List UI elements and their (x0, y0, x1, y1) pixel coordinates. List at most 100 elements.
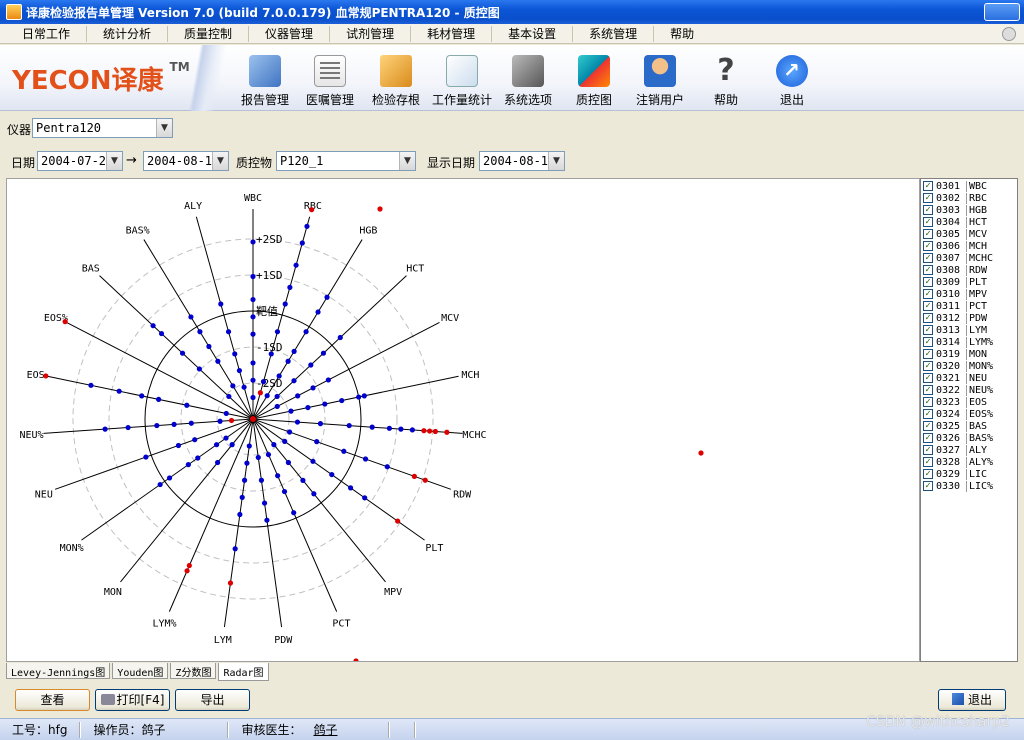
status-extra-pane (387, 721, 416, 738)
data-point (260, 379, 267, 385)
toolbar-stub-button[interactable]: 检验存根 (363, 49, 429, 108)
radar-axis-eos (47, 375, 254, 420)
checkbox[interactable]: ✓ (923, 277, 933, 287)
chevron-down-icon[interactable]: ▼ (156, 119, 172, 137)
menu-instrument[interactable]: 仪器管理 (249, 25, 331, 42)
menu-daily-work[interactable]: 日常工作 (0, 25, 88, 42)
checkbox[interactable]: ✓ (923, 241, 933, 251)
radar-axis-label: MCHC (462, 430, 486, 441)
checkbox[interactable]: ✓ (923, 205, 933, 215)
data-point (320, 350, 327, 356)
checkbox[interactable]: ✓ (923, 325, 933, 335)
menu-consumables[interactable]: 耗材管理 (411, 25, 493, 42)
qc-item-0321[interactable]: ✓ 0321 NEU (923, 372, 987, 384)
instrument-select[interactable]: Pentra120 ▼ (32, 118, 173, 138)
qc-item-0319[interactable]: ✓ 0319 MON (923, 348, 987, 360)
qc-item-0306[interactable]: ✓ 0306 MCH (923, 240, 987, 252)
qc-material-select[interactable]: P120_1 ▼ (276, 151, 416, 171)
checkbox[interactable]: ✓ (923, 301, 933, 311)
qc-item-0329[interactable]: ✓ 0329 LIC (923, 468, 987, 480)
qc-item-0311[interactable]: ✓ 0311 PCT (923, 300, 987, 312)
qc-item-0322[interactable]: ✓ 0322 NEU% (923, 384, 993, 396)
show-date-picker[interactable]: 2004-08-13 ▼ (479, 151, 565, 171)
checkbox[interactable]: ✓ (923, 421, 933, 431)
toolbar-qc-chart-button[interactable]: 质控图 (561, 49, 627, 108)
checkbox[interactable]: ✓ (923, 313, 933, 323)
qc-item-0312[interactable]: ✓ 0312 PDW (923, 312, 987, 324)
qc-item-0313[interactable]: ✓ 0313 LYM (923, 324, 987, 336)
date-to-picker[interactable]: 2004-08-13 ▼ (143, 151, 229, 171)
menu-system[interactable]: 系统管理 (573, 25, 655, 42)
qc-item-0326[interactable]: ✓ 0326 BAS% (923, 432, 993, 444)
qc-item-list[interactable]: ✓ 0301 WBC ✓ 0302 RBC ✓ 0303 HGB ✓ 0304 HCT ✓ 0305 MCV… (920, 178, 1018, 662)
menu-quality-control[interactable]: 质量控制 (168, 25, 250, 42)
toolbar-options-button[interactable]: 系统选项 (495, 49, 561, 108)
checkbox[interactable]: ✓ (923, 469, 933, 479)
tab-z-score[interactable]: Z分数图 (170, 663, 217, 679)
chevron-down-icon[interactable]: ▼ (212, 152, 228, 170)
menu-help[interactable]: 帮助 (654, 26, 710, 42)
chevron-down-icon[interactable]: ▼ (399, 152, 415, 170)
checkbox[interactable]: ✓ (923, 445, 933, 455)
qc-item-0324[interactable]: ✓ 0324 EOS% (923, 408, 993, 420)
qc-item-0320[interactable]: ✓ 0320 MON% (923, 360, 993, 372)
checkbox[interactable]: ✓ (923, 457, 933, 467)
qc-item-0310[interactable]: ✓ 0310 MPV (923, 288, 987, 300)
menu-basic-settings[interactable]: 基本设置 (492, 25, 574, 42)
date-from-picker[interactable]: 2004-07-22 ▼ (37, 151, 123, 171)
checkbox[interactable]: ✓ (923, 409, 933, 419)
checkbox[interactable]: ✓ (923, 217, 933, 227)
qc-item-0303[interactable]: ✓ 0303 HGB (923, 204, 987, 216)
checkbox[interactable]: ✓ (923, 289, 933, 299)
checkbox[interactable]: ✓ (923, 373, 933, 383)
window-control-button[interactable] (984, 3, 1020, 21)
checkbox[interactable]: ✓ (923, 397, 933, 407)
checkbox[interactable]: ✓ (923, 349, 933, 359)
radar-axis-label: EOS (27, 370, 45, 381)
exit-button[interactable]: 退出 (938, 689, 1006, 711)
qc-item-code: 0328 (936, 456, 961, 468)
qc-item-0304[interactable]: ✓ 0304 HCT (923, 216, 987, 228)
qc-item-0308[interactable]: ✓ 0308 RDW (923, 264, 987, 276)
checkbox[interactable]: ✓ (923, 385, 933, 395)
qc-item-0327[interactable]: ✓ 0327 ALY (923, 444, 987, 456)
tab-youden[interactable]: Youden图 (112, 663, 169, 679)
qc-item-0314[interactable]: ✓ 0314 LYM% (923, 336, 993, 348)
view-button[interactable]: 查看 (15, 689, 90, 711)
toolbar-help-button[interactable]: ? 帮助 (693, 49, 759, 108)
toolbar-logout-button[interactable]: 注销用户 (627, 49, 693, 108)
qc-item-0325[interactable]: ✓ 0325 BAS (923, 420, 987, 432)
checkbox[interactable]: ✓ (923, 481, 933, 491)
chevron-down-icon[interactable]: ▼ (106, 152, 122, 170)
print-button[interactable]: 打印[F4] (95, 689, 170, 711)
checkbox[interactable]: ✓ (923, 229, 933, 239)
qc-item-0302[interactable]: ✓ 0302 RBC (923, 192, 987, 204)
tab-levey-jennings[interactable]: Levey-Jennings图 (6, 663, 111, 679)
qc-item-0328[interactable]: ✓ 0328 ALY% (923, 456, 993, 468)
checkbox[interactable]: ✓ (923, 337, 933, 347)
checkbox[interactable]: ✓ (923, 253, 933, 263)
checkbox[interactable]: ✓ (923, 181, 933, 191)
qc-item-0309[interactable]: ✓ 0309 PLT (923, 276, 987, 288)
export-button[interactable]: 导出 (175, 689, 250, 711)
qc-item-0301[interactable]: ✓ 0301 WBC (923, 180, 987, 192)
chevron-down-icon[interactable]: ▼ (548, 152, 564, 170)
qc-item-0307[interactable]: ✓ 0307 MCHC (923, 252, 993, 264)
checkbox[interactable]: ✓ (923, 433, 933, 443)
toolbar-exit-button[interactable]: 退出 (759, 49, 825, 108)
qc-item-0330[interactable]: ✓ 0330 LIC% (923, 480, 993, 492)
menu-reagent[interactable]: 试剂管理 (330, 25, 412, 42)
menu-statistics[interactable]: 统计分析 (87, 25, 169, 42)
qc-item-0323[interactable]: ✓ 0323 EOS (923, 396, 987, 408)
checkbox[interactable]: ✓ (923, 265, 933, 275)
tab-radar[interactable]: Radar图 (218, 663, 269, 681)
checkbox[interactable]: ✓ (923, 361, 933, 371)
radar-chart-panel[interactable]: -2SD -1SD 靶值 +1SD +2SD WBC RBC HGB HCT MCV MCH MCHC… (6, 178, 920, 664)
qc-item-0305[interactable]: ✓ 0305 MCV (923, 228, 987, 240)
toolbar-workload-button[interactable]: 工作量统计 (429, 49, 495, 108)
radar-chart: -2SD-1SD靶值+1SD+2SDWBCRBCHGBHCTMCVMCHMCHC… (19, 193, 704, 664)
toolbar-report-button[interactable]: 报告管理 (232, 49, 298, 108)
menu-chevron-icon[interactable] (1002, 27, 1016, 41)
toolbar-order-button[interactable]: 医嘱管理 (297, 49, 363, 108)
checkbox[interactable]: ✓ (923, 193, 933, 203)
